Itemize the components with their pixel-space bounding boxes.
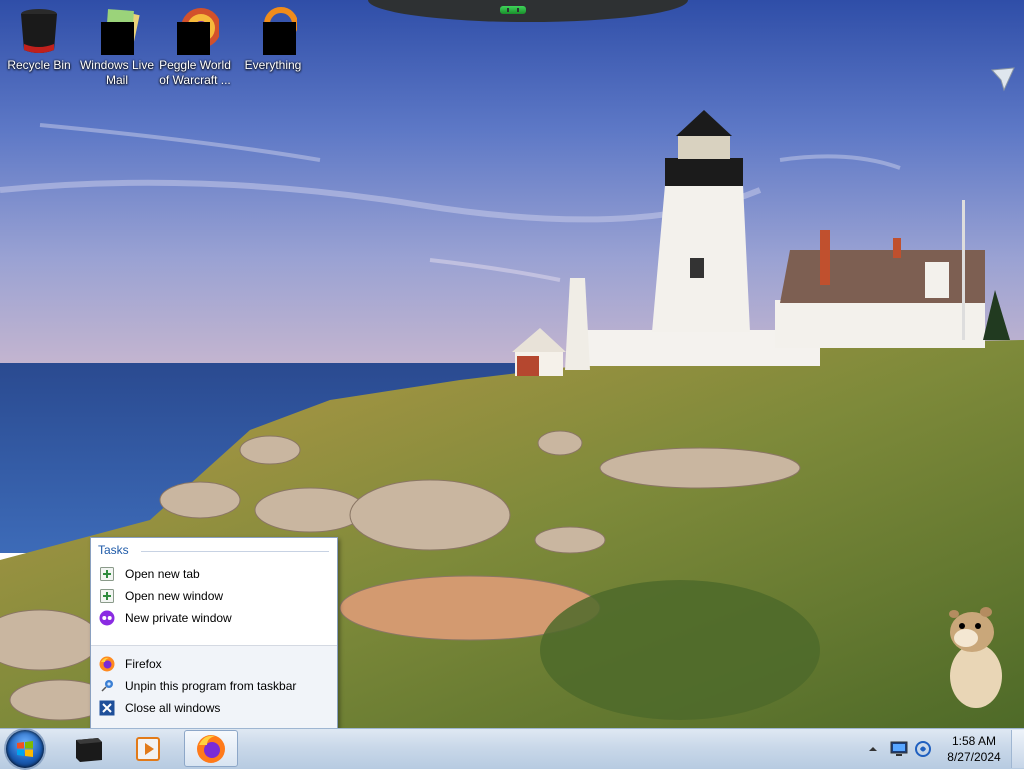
firefox-jump-list: Tasks Open new tab Open new window New p… — [90, 537, 338, 729]
system-clock[interactable]: 1:58 AM 8/27/2024 — [938, 733, 1010, 765]
network-led-icon — [500, 6, 526, 14]
unpin-icon — [99, 678, 115, 694]
firefox-icon — [99, 656, 115, 672]
menu-item-label: New private window — [125, 611, 232, 625]
header-divider — [141, 551, 329, 552]
everything-search-icon — [249, 6, 297, 56]
menu-item-open-new-tab[interactable]: Open new tab — [95, 564, 333, 584]
media-player-icon — [136, 737, 160, 761]
desktop-icon-peggle-world-of-warcraft[interactable]: Peggle World of Warcraft ... — [157, 6, 233, 88]
show-desktop-button[interactable] — [1011, 730, 1024, 768]
menu-separator — [91, 645, 337, 646]
recycle-bin-icon — [15, 6, 63, 56]
desktop-icon-label: Windows Live Mail — [79, 58, 155, 87]
menu-item-label: Close all windows — [125, 701, 221, 715]
desktop-icon-label: Peggle World of Warcraft ... — [159, 58, 231, 87]
desktop-icon-windows-live-mail[interactable]: Windows Live Mail — [79, 6, 155, 88]
redacted-block — [101, 22, 134, 55]
new-tab-icon — [99, 566, 115, 582]
menu-item-open-new-window[interactable]: Open new window — [95, 586, 333, 606]
show-hidden-icons-icon[interactable] — [868, 744, 878, 754]
start-button[interactable] — [6, 730, 44, 768]
taskbar-app-terminal[interactable] — [64, 730, 114, 767]
windows-live-mail-icon — [93, 6, 141, 56]
clock-date: 8/27/2024 — [947, 750, 1001, 764]
black-box-app-icon — [76, 738, 102, 762]
clock-time: 1:58 AM — [951, 734, 997, 748]
mouse-cursor-icon — [990, 67, 1015, 92]
menu-item-label: Firefox — [125, 657, 162, 671]
menu-item-label: Open new tab — [125, 567, 200, 581]
desktop-icon-everything[interactable]: Everything — [235, 6, 311, 73]
private-mask-icon — [99, 610, 115, 626]
redacted-block — [263, 22, 296, 55]
taskbar-app-firefox[interactable] — [184, 730, 238, 767]
menu-item-new-private-window[interactable]: New private window — [95, 608, 333, 628]
windows-logo-icon — [17, 741, 33, 757]
close-window-icon — [99, 700, 115, 716]
redacted-block — [177, 22, 210, 55]
menu-item-label: Unpin this program from taskbar — [125, 679, 297, 693]
desktop-icon-label: Everything — [244, 58, 302, 72]
new-window-icon — [99, 588, 115, 604]
firefox-icon — [197, 735, 225, 763]
menu-item-firefox[interactable]: Firefox — [95, 654, 333, 674]
taskbar-app-media-player[interactable] — [124, 730, 174, 767]
jump-list-header: Tasks — [98, 543, 129, 557]
menu-item-close-all-windows[interactable]: Close all windows — [95, 698, 333, 718]
menu-item-label: Open new window — [125, 589, 224, 603]
desktop-icon-label: Recycle Bin — [7, 58, 71, 72]
hamster-mascot-icon — [949, 607, 1002, 708]
desktop-icon-recycle-bin[interactable]: Recycle Bin — [1, 6, 77, 73]
taskbar: 1:58 AM 8/27/2024 — [0, 728, 1024, 769]
volume-icon[interactable] — [914, 740, 932, 758]
network-icon[interactable] — [890, 741, 908, 757]
peggle-icon — [171, 6, 219, 56]
menu-item-unpin[interactable]: Unpin this program from taskbar — [95, 676, 333, 696]
